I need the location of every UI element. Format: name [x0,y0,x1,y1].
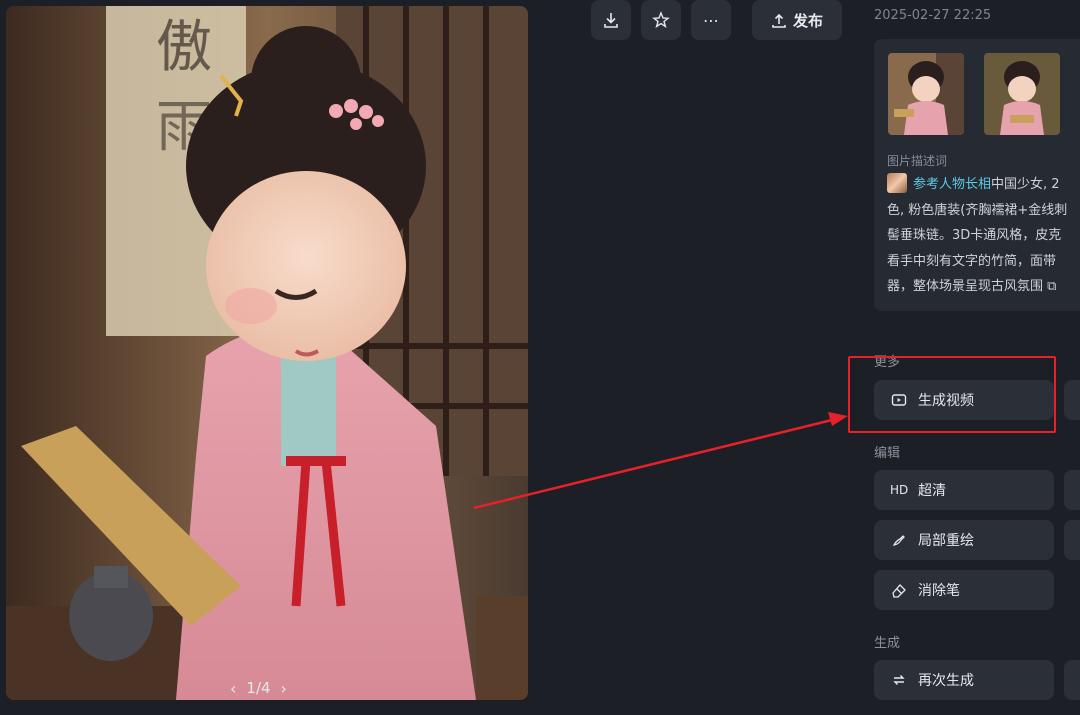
description-line: 髻垂珠链。3D卡通风格，皮克 [887,228,1062,243]
generated-artwork: 傲 雨 [6,6,528,700]
edit-option-button[interactable] [1064,520,1080,560]
button-label: 消除笔 [918,583,960,599]
main-image[interactable]: 傲 雨 [6,6,528,700]
thumbnail-image [984,53,1060,135]
description-line: 器，整体场景呈现古风氛围 ⧉ [887,279,1057,294]
description-line: 看手中刻有文字的竹简，面带 [887,253,1057,269]
timestamp: 2025-02-27 22:25 [874,8,992,23]
highlight-annotation-box [848,356,1056,433]
description-line: 参考人物长相中国少女, 2 [887,172,1080,198]
chevron-right-icon[interactable]: › [281,679,287,698]
upscale-button[interactable]: HD 超清 [874,470,1054,510]
description-label: 图片描述词 [887,154,948,168]
button-label: 再次生成 [918,673,974,689]
more-icon: ⋯ [703,10,719,30]
favorite-button[interactable] [641,0,681,40]
more-option-button[interactable] [1064,380,1080,420]
reference-link[interactable]: 参考人物长相 [913,177,991,192]
hd-icon: HD [890,483,909,497]
more-button[interactable]: ⋯ [691,0,731,40]
download-icon [604,13,618,28]
reference-thumbnail-1[interactable] [888,53,964,135]
brush-icon [892,535,905,546]
refresh-icon [893,675,905,685]
section-label-edit: 编辑 [874,446,901,461]
upload-icon [772,13,786,28]
star-icon [652,11,670,29]
prompt-card: 图片描述词 参考人物长相中国少女, 2 色, 粉色唐装(齐胸襦裙+金线刺 髻垂珠… [874,39,1080,311]
download-button[interactable] [591,0,631,40]
prompt-description: 参考人物长相中国少女, 2 色, 粉色唐装(齐胸襦裙+金线刺 髻垂珠链。3D卡通… [887,172,1080,300]
chevron-left-icon[interactable]: ‹ [230,679,236,698]
inpaint-button[interactable]: 局部重绘 [874,520,1054,560]
eraser-button[interactable]: 消除笔 [874,570,1054,610]
button-label: 局部重绘 [918,533,974,549]
eraser-icon [892,584,906,598]
button-label: 超清 [918,483,946,499]
edit-option-button[interactable] [1064,470,1080,510]
reference-thumbnail-2[interactable] [984,53,1060,135]
publish-label: 发布 [792,11,823,30]
reference-avatar [887,173,907,193]
page-indicator: 1/4 [246,679,271,697]
generate-option-button[interactable] [1064,660,1080,700]
publish-button[interactable]: 发布 [752,0,842,40]
regenerate-button[interactable]: 再次生成 [874,660,1054,700]
thumbnail-image [888,53,964,135]
svg-text:傲: 傲 [156,15,212,80]
section-label-generate: 生成 [874,636,901,651]
description-line: 色, 粉色唐装(齐胸襦裙+金线刺 [887,202,1068,218]
image-pager: ‹ 1/4 › [230,676,287,700]
